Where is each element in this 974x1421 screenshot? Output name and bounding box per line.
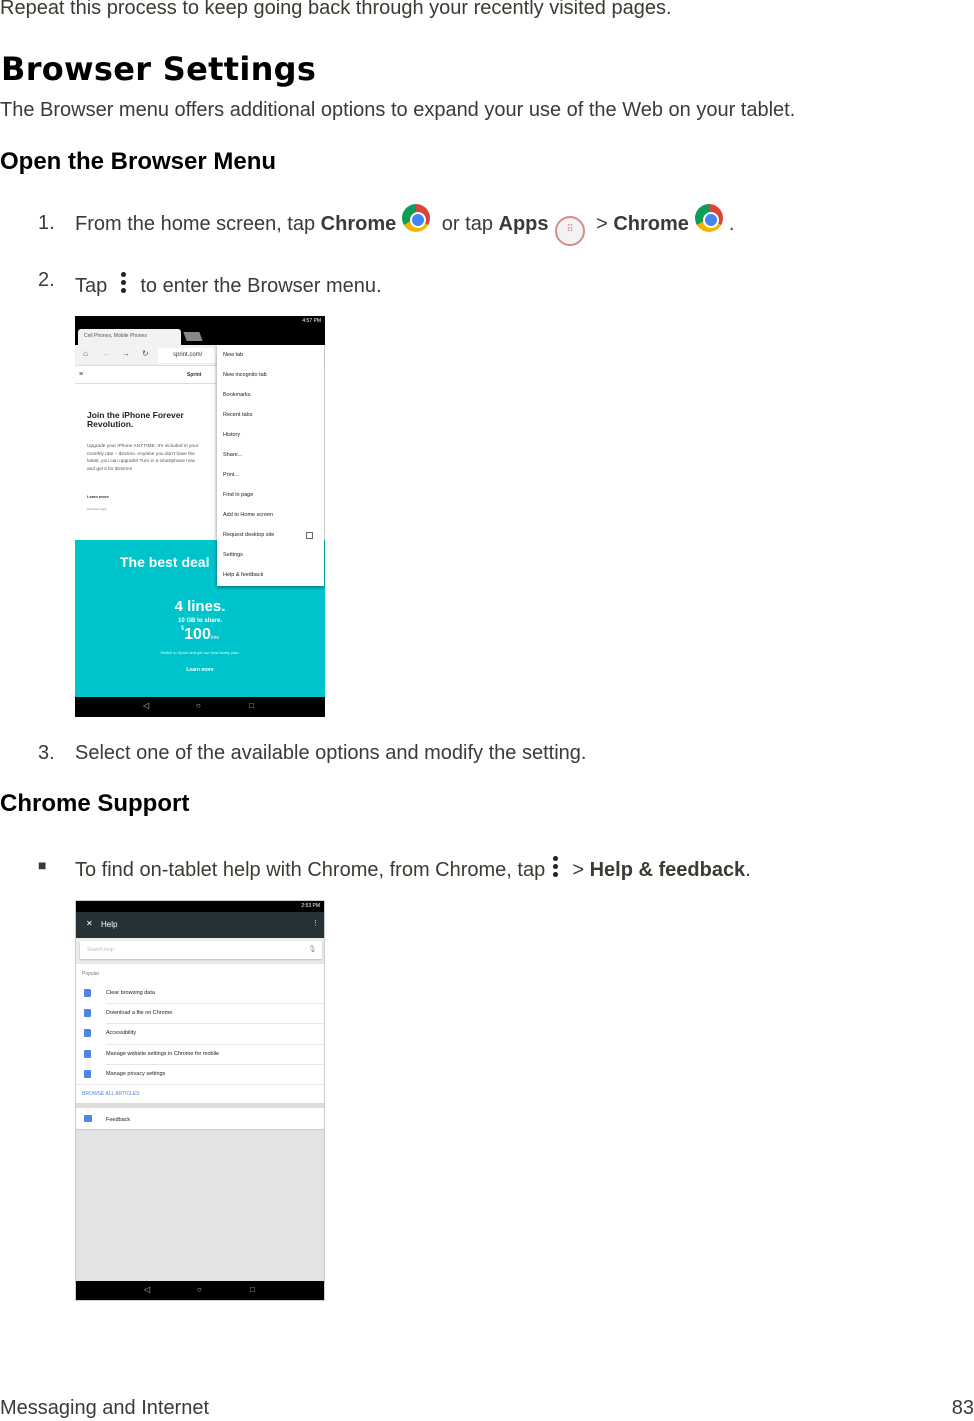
chrome-icon [402, 204, 431, 232]
nav-back-icon[interactable]: ◁ [143, 701, 149, 710]
help-item-accessibility[interactable]: Accessibility [106, 1030, 136, 1036]
menu-item-new-tab[interactable]: New tab [223, 352, 243, 358]
step-text: or tap [436, 213, 499, 235]
forward-icon[interactable]: → [122, 349, 130, 358]
menu-item-find-in-page[interactable]: Find in page [223, 492, 253, 498]
step-text: to enter the Browser menu. [134, 275, 382, 297]
reload-icon[interactable]: ↻ [142, 349, 149, 358]
more-options-icon [120, 269, 127, 296]
chrome-label: Chrome [320, 213, 397, 235]
hamburger-icon[interactable]: ≡ [79, 371, 83, 378]
footer-section: Messaging and Internet [0, 1397, 210, 1419]
feedback-item[interactable]: Feedback [106, 1117, 130, 1123]
unit: /mo [210, 635, 220, 641]
step-text: From the home screen, tap [75, 213, 321, 235]
more-options-icon [552, 853, 559, 880]
instruction-text: To find on-tablet help with Chrome, from… [75, 859, 551, 881]
more-icon[interactable]: ⋮ [312, 919, 319, 927]
menu-item-settings[interactable]: Settings [223, 552, 243, 558]
nav-back-icon[interactable]: ◁ [144, 1285, 150, 1294]
search-help-input[interactable]: Search help [80, 941, 322, 959]
article-icon [84, 1050, 91, 1058]
status-time: 2:53 PM [301, 903, 320, 909]
status-time: 4:57 PM [302, 318, 321, 324]
page-title: Browser Settings [1, 50, 317, 88]
step-text: Tap [75, 275, 113, 297]
mic-icon[interactable]: 🎙 [308, 945, 317, 953]
chrome-label: Chrome [613, 213, 689, 235]
menu-item-request-desktop[interactable]: Request desktop site [223, 532, 274, 538]
step-1-number: 1. [38, 212, 55, 234]
article-icon [84, 1070, 91, 1078]
instruction-text: > [566, 859, 590, 881]
intro-text: Repeat this process to keep going back t… [0, 0, 672, 19]
nav-recents-icon[interactable]: □ [249, 701, 254, 710]
sprint-logo: Sprint [187, 372, 202, 378]
browser-menu: New tab New incognito tab Bookmarks Rece… [217, 345, 324, 586]
bullet: ■ [38, 857, 47, 873]
support-instruction: To find on-tablet help with Chrome, from… [75, 853, 751, 882]
banner-sub: Switch to Sprint and get our best family… [160, 650, 240, 655]
menu-item-share[interactable]: Share... [223, 452, 242, 458]
popular-label: Popular [82, 971, 100, 977]
page-number: 83 [951, 1397, 974, 1419]
step-3-number: 3. [38, 742, 55, 764]
home-icon[interactable]: ⌂ [83, 349, 88, 358]
close-icon[interactable]: ✕ [86, 919, 93, 928]
promo-headline: Join the iPhone Forever Revolution. [87, 410, 184, 429]
apps-label: Apps [498, 213, 549, 235]
menu-item-print[interactable]: Print... [223, 472, 239, 478]
help-item-privacy[interactable]: Manage privacy settings [106, 1071, 165, 1077]
menu-item-new-incognito-tab[interactable]: New incognito tab [223, 372, 267, 378]
apps-icon: ⠿ [554, 216, 585, 246]
step-2: Tap to enter the Browser menu. [75, 269, 382, 298]
step-1: From the home screen, tap Chrome or tap … [75, 204, 734, 246]
help-item-download[interactable]: Download a file on Chrome [106, 1010, 172, 1016]
banner-learn-more[interactable]: Learn more [75, 667, 325, 673]
browser-menu-screenshot: 4:57 PM Cell Phones, Mobile Phones ⌂ ← →… [75, 316, 325, 717]
menu-item-history[interactable]: History [223, 432, 240, 438]
instruction-text: . [745, 859, 751, 881]
restrictions-text: Restrictions apply. [87, 508, 108, 511]
menu-item-help-feedback[interactable]: Help & feedback [223, 572, 263, 578]
step-2-number: 2. [38, 269, 55, 291]
section-heading-open-menu: Open the Browser Menu [0, 148, 277, 175]
article-icon [84, 1009, 91, 1017]
feedback-icon [84, 1115, 92, 1122]
menu-item-add-to-home[interactable]: Add to Home screen [223, 512, 273, 518]
back-icon[interactable]: ← [103, 349, 111, 358]
nav-recents-icon[interactable]: □ [250, 1285, 255, 1294]
chrome-icon [694, 204, 723, 232]
promo-body: Upgrade your iPhone ANYTIME. It's includ… [87, 444, 199, 472]
new-tab-stub[interactable] [183, 332, 203, 341]
price: 100 [184, 626, 211, 643]
desktop-site-checkbox[interactable] [306, 532, 313, 539]
page-subtitle: The Browser menu offers additional optio… [0, 99, 796, 121]
banner-lines: 4 lines. [174, 598, 226, 615]
help-screenshot: 2:53 PM ✕ Help ⋮ Search help 🎙 Popular C… [75, 900, 325, 1301]
help-item-clear-browsing[interactable]: Clear browsing data [106, 990, 155, 996]
section-heading-chrome-support: Chrome Support [0, 790, 190, 817]
banner-share: 10 GB to share. [177, 618, 222, 624]
step-text: > [590, 213, 614, 235]
browse-all-link[interactable]: BROWSE ALL ARTICLES [82, 1091, 140, 1097]
nav-home-icon[interactable]: ○ [196, 701, 201, 710]
banner-title: The best deal [120, 554, 210, 570]
help-item-website-settings[interactable]: Manage website settings in Chrome for mo… [106, 1051, 219, 1057]
nav-home-icon[interactable]: ○ [197, 1285, 202, 1294]
learn-more-link[interactable]: Learn more [87, 494, 109, 499]
menu-item-bookmarks[interactable]: Bookmarks [223, 392, 251, 398]
help-title: Help [101, 920, 118, 929]
step-3: Select one of the available options and … [75, 742, 587, 764]
article-icon [84, 1029, 91, 1037]
article-icon [84, 989, 91, 997]
menu-item-recent-tabs[interactable]: Recent tabs [223, 412, 252, 418]
banner-price: $100/mo [75, 626, 325, 644]
step-text: . [728, 213, 735, 235]
browser-tab[interactable]: Cell Phones, Mobile Phones [78, 329, 181, 345]
help-feedback-label: Help & feedback [589, 859, 746, 881]
